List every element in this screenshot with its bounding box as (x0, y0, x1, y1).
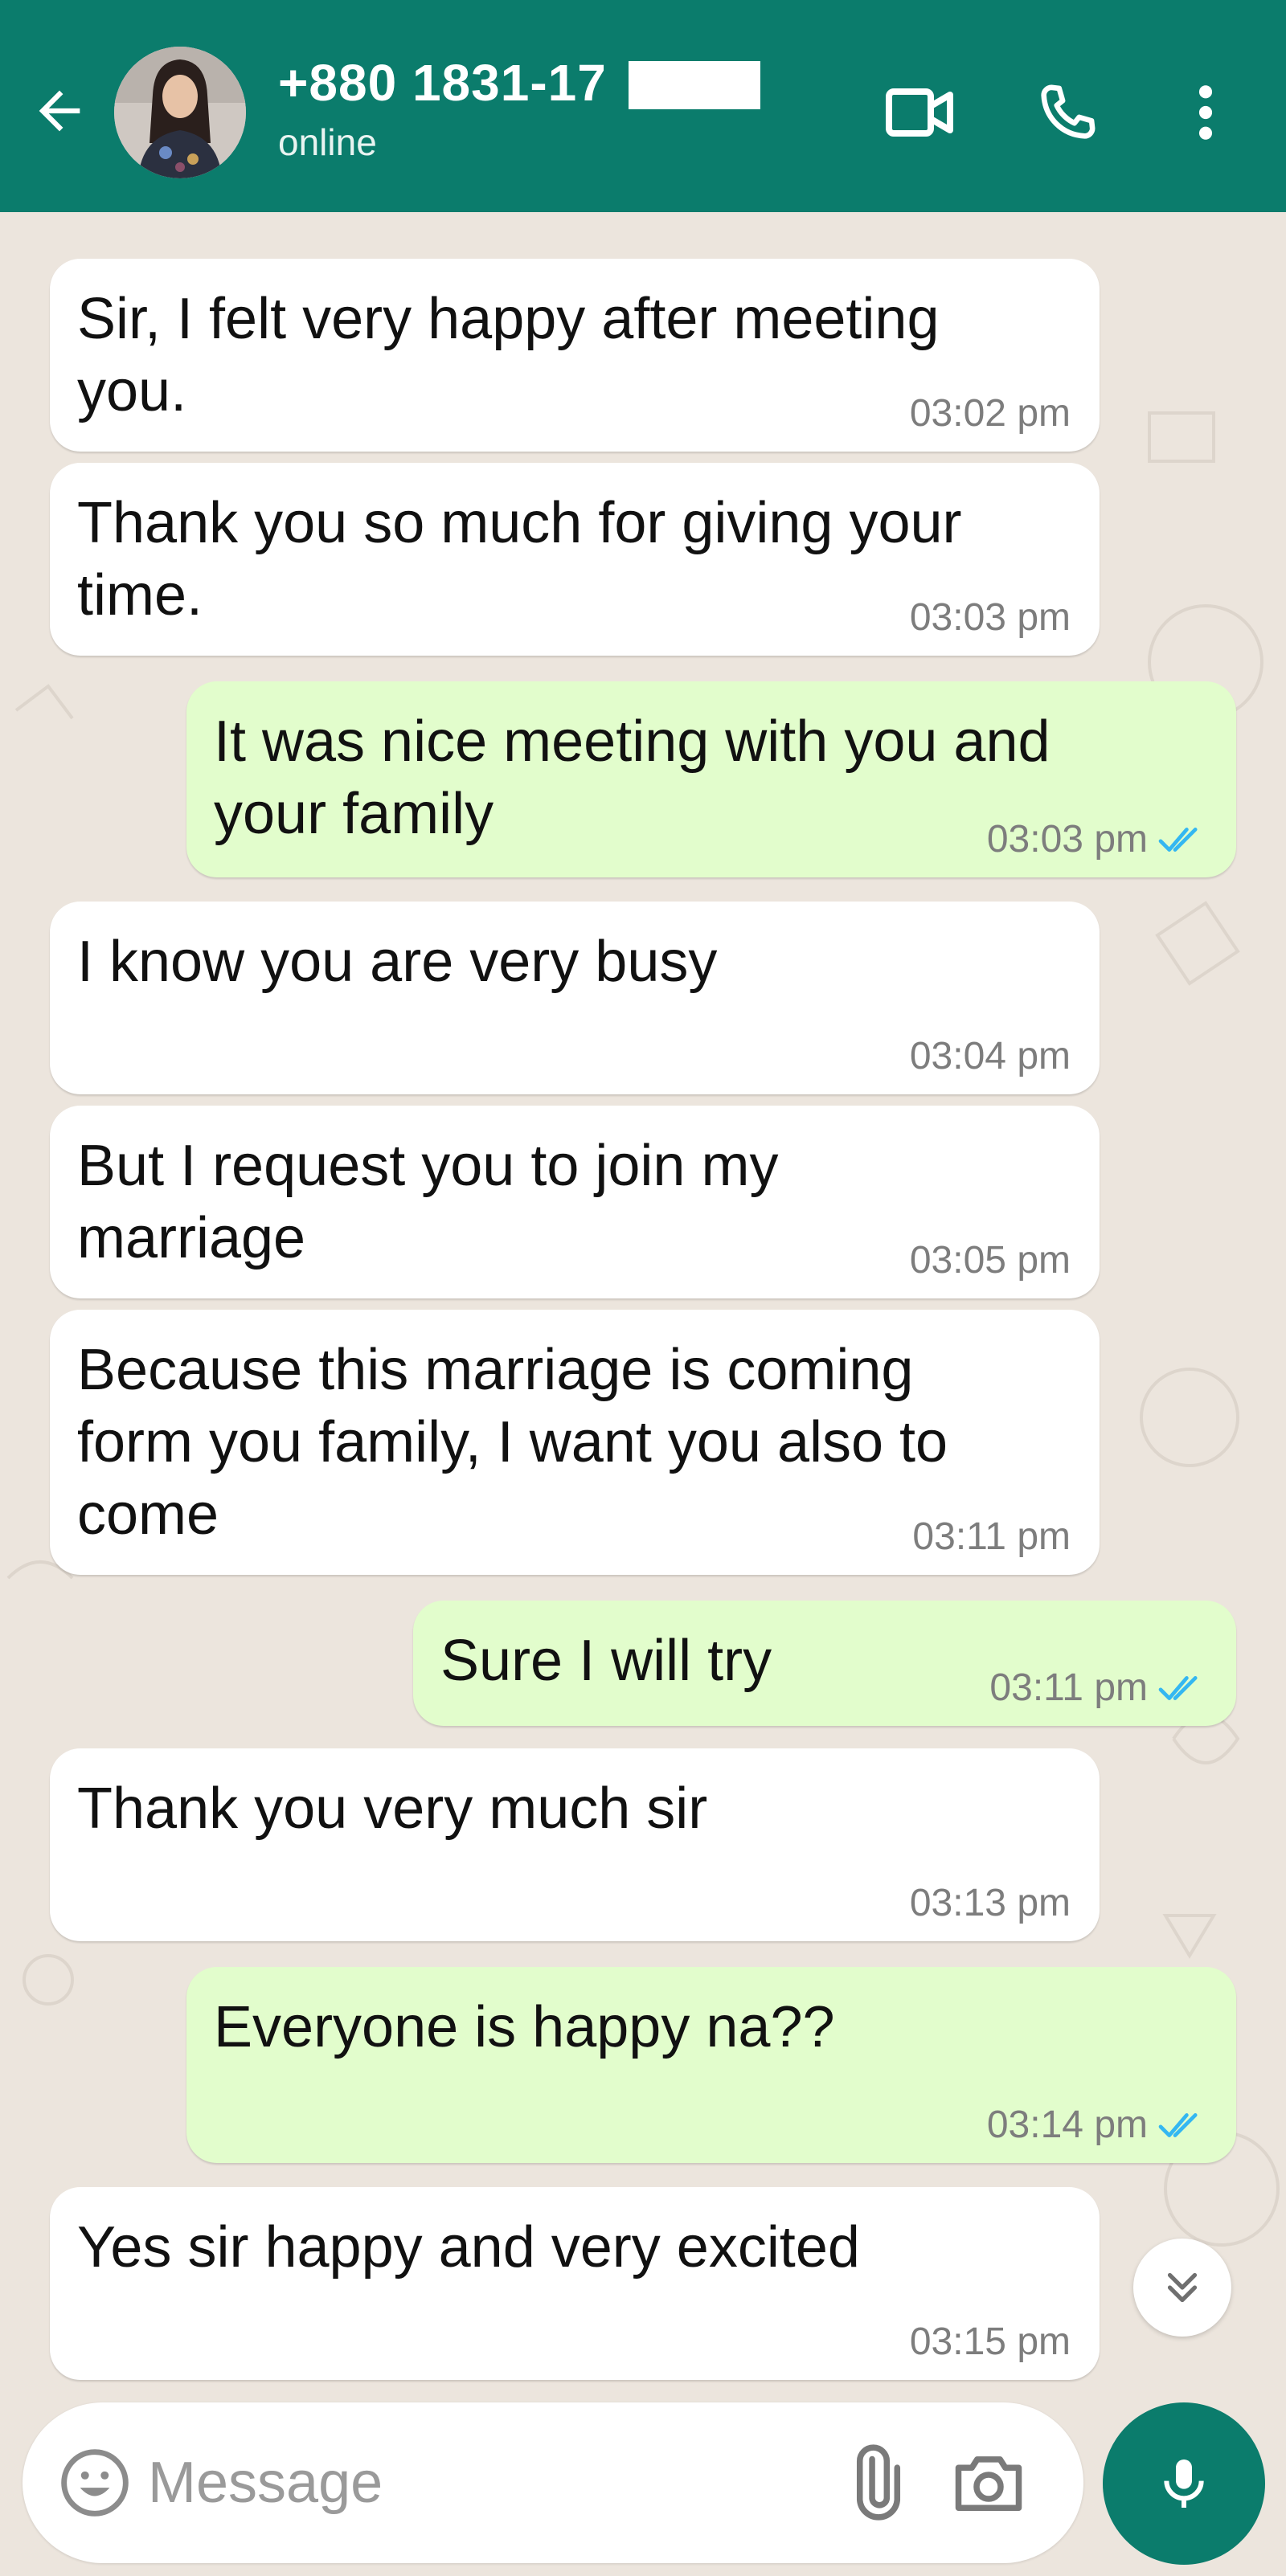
message-text: Yes sir happy and very excited (77, 2215, 860, 2280)
scroll-to-bottom-button[interactable] (1133, 2239, 1231, 2337)
read-receipt-icon (1158, 827, 1198, 852)
message-input[interactable] (148, 2435, 807, 2531)
message-outgoing[interactable]: Sure I will try 03:11 pm (413, 1601, 1236, 1726)
read-receipt-icon (1158, 1675, 1198, 1700)
message-time: 03:11 pm (912, 1515, 1071, 1558)
message-time: 03:02 pm (909, 392, 1071, 435)
message-meta: 03:05 pm (910, 1238, 1071, 1282)
message-text: Everyone is happy na?? (214, 1995, 835, 2059)
camera-icon[interactable] (948, 2443, 1029, 2523)
message-incoming[interactable]: Because this marriage is coming form you… (50, 1310, 1100, 1575)
message-meta: 03:11 pm (912, 1515, 1071, 1559)
message-incoming[interactable]: I know you are very busy 03:04 pm (50, 902, 1100, 1094)
chat-area[interactable]: Sir, I felt very happy after meeting you… (0, 212, 1286, 2390)
message-meta: 03:02 pm (910, 391, 1071, 435)
back-arrow-icon[interactable] (29, 80, 90, 141)
message-time: 03:03 pm (909, 596, 1071, 639)
contact-status: online (278, 121, 377, 163)
message-meta: 03:13 pm (910, 1881, 1071, 1925)
contact-name[interactable]: +880 1831-17 (278, 53, 607, 112)
message-incoming[interactable]: Thank you so much for giving your time. … (50, 463, 1100, 656)
message-meta: 03:04 pm (910, 1034, 1071, 1078)
message-time: 03:14 pm (986, 2104, 1148, 2146)
message-meta: 03:11 pm (989, 1666, 1207, 1710)
video-camera-icon[interactable] (883, 77, 960, 148)
message-time: 03:13 pm (909, 1882, 1071, 1924)
emoji-icon[interactable] (58, 2446, 132, 2520)
chat-header: +880 1831-17 online (0, 0, 1286, 212)
message-outgoing[interactable]: It was nice meeting with you and your fa… (186, 681, 1236, 877)
message-incoming[interactable]: Sir, I felt very happy after meeting you… (50, 259, 1100, 452)
message-meta: 03:15 pm (910, 2320, 1071, 2364)
message-meta: 03:03 pm (987, 817, 1207, 861)
message-time: 03:11 pm (989, 1666, 1148, 1709)
message-meta: 03:14 pm (987, 2103, 1207, 2147)
message-time: 03:05 pm (909, 1239, 1071, 1282)
contact-avatar[interactable] (114, 47, 246, 178)
message-time: 03:15 pm (909, 2320, 1071, 2363)
microphone-icon (1164, 2459, 1204, 2508)
message-composer (23, 2402, 1083, 2563)
message-meta: 03:03 pm (910, 595, 1071, 640)
message-outgoing[interactable]: Everyone is happy na?? 03:14 pm (186, 1967, 1236, 2163)
message-text: I know you are very busy (77, 930, 718, 994)
message-incoming[interactable]: Thank you very much sir 03:13 pm (50, 1748, 1100, 1941)
chevron-double-down-icon (1167, 2272, 1198, 2303)
message-time: 03:03 pm (986, 818, 1148, 861)
message-incoming[interactable]: Yes sir happy and very excited 03:15 pm (50, 2187, 1100, 2380)
message-incoming[interactable]: But I request you to join my marriage 03… (50, 1106, 1100, 1298)
paperclip-icon[interactable] (834, 2443, 915, 2523)
phone-icon[interactable] (1029, 77, 1106, 148)
message-text: Thank you very much sir (77, 1777, 708, 1841)
redaction-box (629, 61, 760, 109)
message-time: 03:04 pm (909, 1035, 1071, 1077)
microphone-button[interactable] (1103, 2402, 1265, 2565)
read-receipt-icon (1158, 2112, 1198, 2137)
more-vert-icon[interactable] (1182, 77, 1230, 148)
